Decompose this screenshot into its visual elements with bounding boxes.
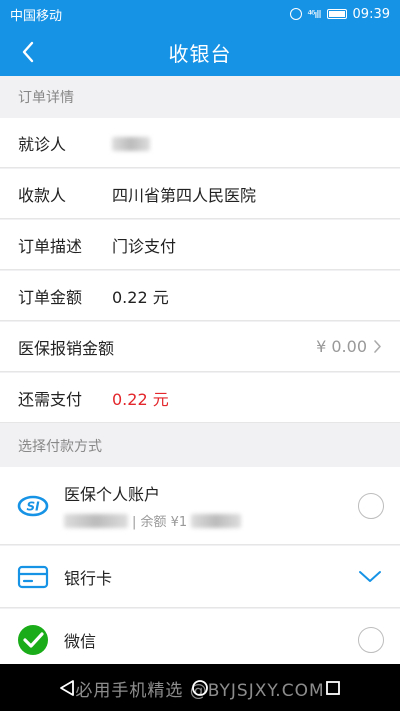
payment-option-wechat[interactable]: 微信	[0, 609, 400, 671]
status-time: 09:39	[352, 6, 390, 22]
nav-recent-icon[interactable]	[323, 678, 343, 698]
payment-option-bank-card[interactable]: 银行卡	[0, 546, 400, 608]
insurance-account-balance: | 余额 ¥1	[132, 515, 188, 530]
description-value: 门诊支付	[112, 236, 177, 256]
signal-icon: ⁴⁶ıll	[307, 7, 322, 21]
carrier-name: 中国移动	[10, 8, 63, 24]
status-icons: ⁴⁶ıll 09:39	[289, 6, 390, 22]
order-amount-row: 订单金额 0.22 元	[0, 271, 400, 321]
chevron-left-icon	[22, 41, 34, 63]
order-details-header: 订单详情	[0, 76, 400, 118]
payee-label: 收款人	[18, 185, 67, 205]
insurance-account-radio[interactable]	[358, 492, 384, 519]
page-title: 收银台	[168, 41, 232, 66]
patient-value	[112, 133, 382, 152]
redacted-name	[112, 136, 150, 151]
bank-card-name: 银行卡	[64, 568, 113, 588]
remaining-payment-value: 0.22 元	[112, 389, 169, 409]
order-amount-label: 订单金额	[18, 287, 83, 307]
insurance-reimbursement-value: ¥ 0.00	[316, 337, 367, 356]
redacted-balance	[191, 513, 242, 528]
system-nav-bar	[0, 664, 400, 711]
status-bar: 中国移动 ⁴⁶ıll 09:39	[0, 0, 400, 28]
wechat-radio[interactable]	[358, 626, 384, 653]
description-label: 订单描述	[18, 236, 83, 256]
payment-method-header: 选择付款方式	[0, 425, 400, 467]
patient-row: 就诊人	[0, 118, 400, 168]
back-button[interactable]	[14, 38, 42, 66]
order-amount-value: 0.22 元	[112, 287, 169, 307]
medical-insurance-icon: SI	[16, 489, 50, 523]
insurance-reimbursement-row[interactable]: 医保报销金额 ¥ 0.00	[0, 322, 400, 372]
patient-label: 就诊人	[18, 134, 67, 154]
insurance-reimbursement-amount: ¥ 0.00	[316, 337, 382, 356]
alarm-icon	[289, 8, 302, 20]
payee-value: 四川省第四人民医院	[112, 185, 257, 205]
description-row: 订单描述 门诊支付	[0, 220, 400, 270]
svg-text:SI: SI	[26, 499, 40, 513]
wechat-pay-icon	[16, 623, 50, 657]
nav-bar: 收银台	[0, 28, 400, 76]
payment-option-insurance-account[interactable]: SI 医保个人账户 | 余额 ¥1	[0, 467, 400, 545]
insurance-reimbursement-label: 医保报销金额	[18, 338, 115, 358]
remaining-payment-label: 还需支付	[18, 389, 83, 409]
redacted-account-number	[64, 513, 128, 528]
bank-card-icon	[16, 560, 50, 594]
chevron-right-icon	[374, 340, 381, 353]
chevron-down-icon[interactable]	[358, 570, 382, 584]
nav-home-icon[interactable]	[190, 678, 210, 698]
battery-icon	[326, 9, 347, 19]
payee-row: 收款人 四川省第四人民医院	[0, 169, 400, 219]
wechat-name: 微信	[64, 631, 97, 651]
nav-back-icon[interactable]	[57, 678, 77, 698]
insurance-account-name: 医保个人账户	[64, 485, 161, 504]
insurance-account-detail: | 余额 ¥1	[64, 511, 358, 530]
remaining-payment-row: 还需支付 0.22 元	[0, 373, 400, 423]
